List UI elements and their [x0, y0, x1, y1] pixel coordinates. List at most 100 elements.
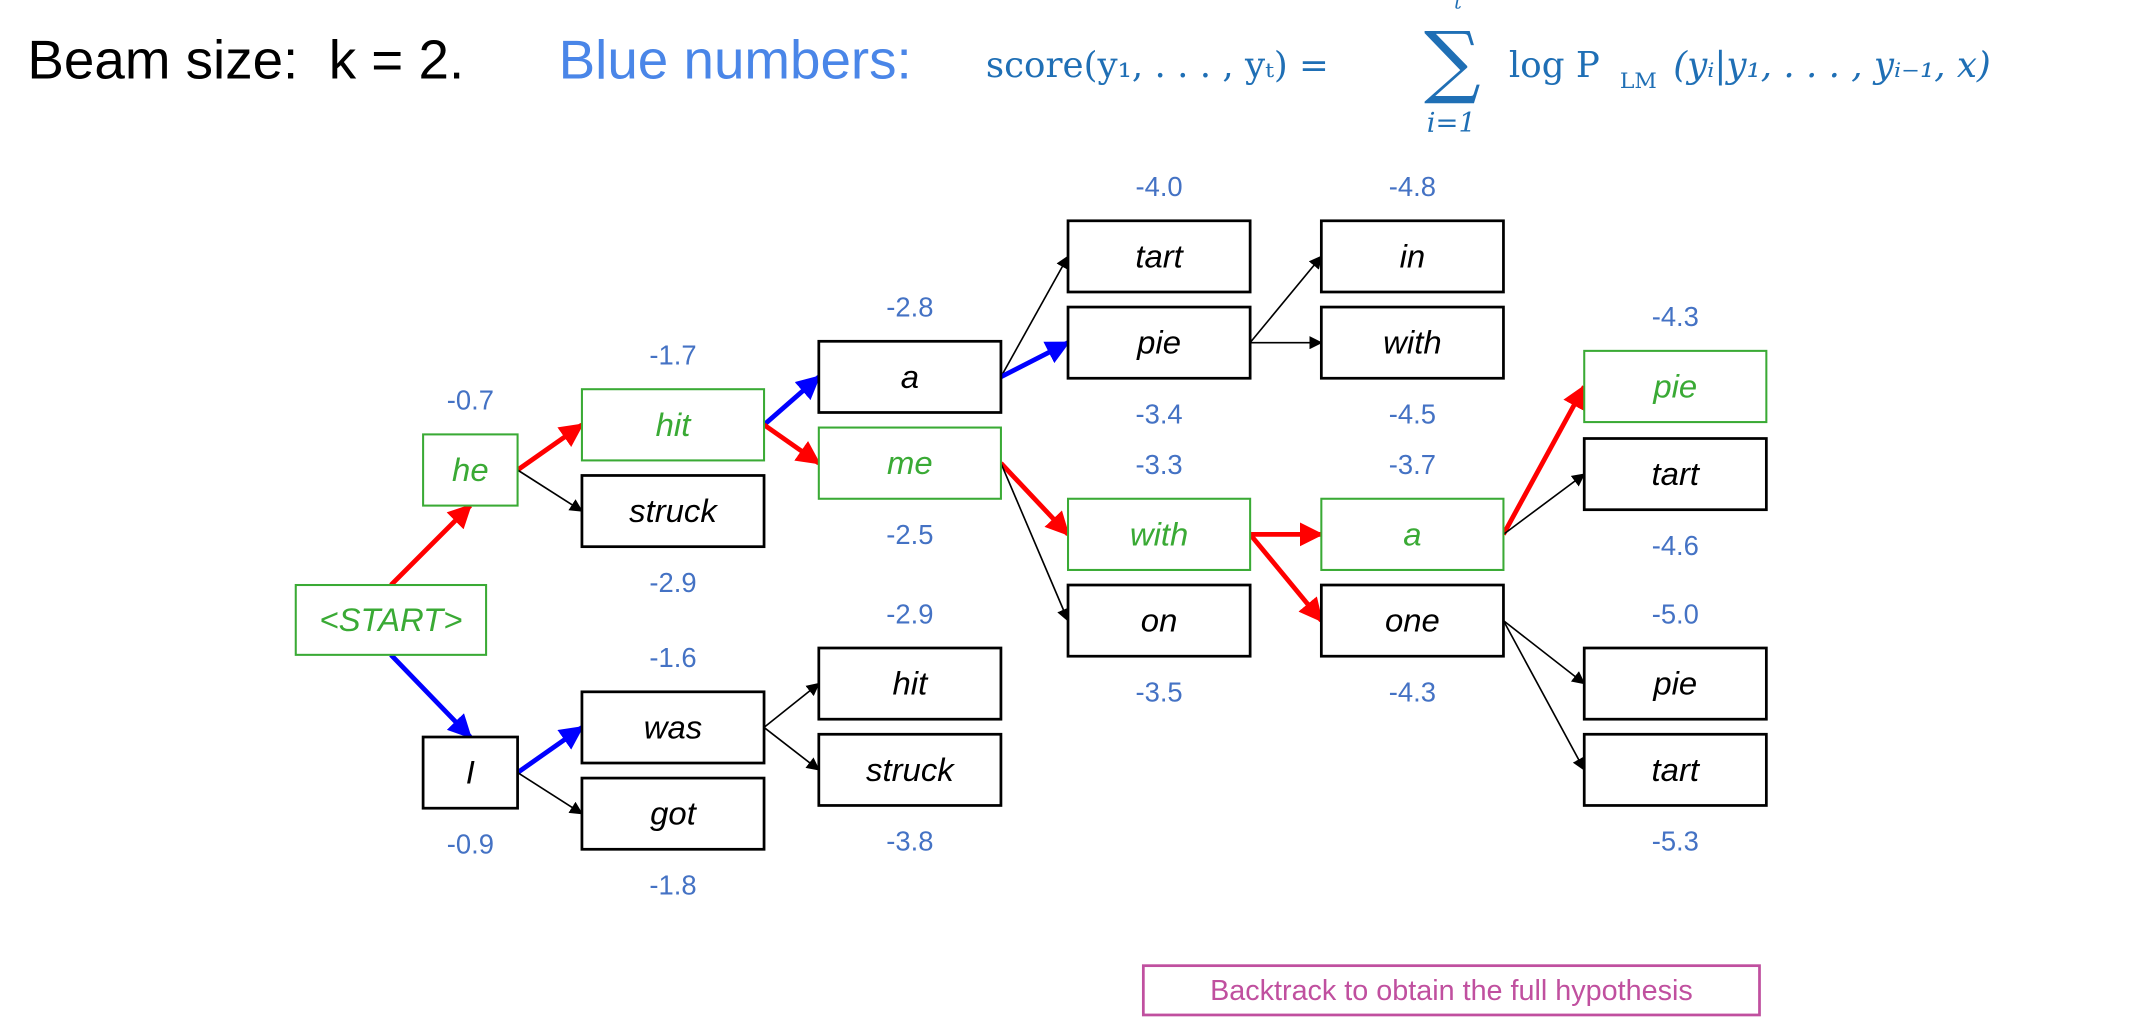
node-a2: a -3.7 — [1320, 449, 1505, 571]
edge-a2-to-tart2 — [1502, 473, 1586, 536]
node-label: me — [887, 444, 933, 481]
node-label: he — [452, 451, 489, 488]
node-with2: with -4.5 — [1319, 305, 1505, 429]
node-label: was — [644, 708, 702, 745]
node-label: a — [901, 358, 919, 395]
edge-start-to-I — [389, 653, 473, 739]
node-label: hit — [656, 406, 693, 443]
edge-he-to-struck1 — [517, 469, 584, 512]
node-label: got — [650, 795, 698, 832]
node-label: tart — [1652, 455, 1701, 492]
node-tart3: tart -5.3 — [1582, 732, 1768, 857]
formula-sigma-upper: t — [1454, 0, 1462, 14]
node-score: -3.5 — [1135, 676, 1182, 707]
edge-hit1-to-me — [762, 422, 821, 466]
node-one: one -4.3 — [1319, 583, 1505, 707]
formula-log-p: log P — [1509, 45, 1600, 86]
node-label: struck — [629, 492, 718, 529]
edge-pie1-to-in — [1249, 255, 1323, 344]
node-he: he -0.7 — [422, 385, 519, 507]
node-on: on -3.5 — [1066, 583, 1252, 707]
node-label: on — [1141, 602, 1178, 639]
edge-me-to-with1 — [999, 461, 1070, 537]
node-with1: with -3.3 — [1066, 449, 1252, 571]
node-me: me -2.5 — [817, 426, 1002, 550]
node-I: I -0.9 — [421, 735, 519, 859]
node-label: hit — [893, 665, 930, 702]
node-label: pie — [1652, 665, 1697, 702]
node-score: -4.5 — [1389, 398, 1436, 429]
edge-start-to-he — [389, 503, 473, 587]
node-score: -2.9 — [649, 567, 696, 598]
node-label: in — [1400, 237, 1426, 274]
backtrack-note-text: Backtrack to obtain the full hypothesis — [1210, 975, 1693, 1007]
node-tart2: tart -4.6 — [1582, 437, 1768, 561]
formula-sigma-lower: i=1 — [1427, 108, 1476, 139]
node-label: <START> — [319, 601, 462, 638]
node-tart1: tart -4.0 — [1066, 171, 1252, 294]
edge-me-to-on — [1000, 462, 1070, 622]
formula-args: (yᵢ|y₁, . . . , yᵢ₋₁, x) — [1673, 45, 1991, 86]
node-label: struck — [866, 751, 955, 788]
edge-hit1-to-a1 — [762, 375, 821, 427]
node-label: with — [1383, 324, 1441, 361]
node-pie2: pie -4.3 — [1583, 301, 1768, 424]
node-struck2: struck -3.8 — [817, 732, 1003, 857]
node-label: I — [466, 754, 475, 791]
edge-with1-to-one — [1248, 532, 1324, 623]
beam-size-label: Beam size: k = 2. — [27, 28, 464, 90]
node-in: in -4.8 — [1319, 171, 1505, 294]
edge-he-to-hit1 — [516, 422, 584, 472]
node-was: was -1.6 — [580, 642, 766, 765]
formula-sigma: ∑ — [1424, 14, 1481, 107]
node-score: -5.0 — [1652, 598, 1699, 629]
node-score: -2.9 — [886, 598, 933, 629]
node-pie3: pie -5.0 — [1582, 598, 1768, 721]
node-got: got -1.8 — [580, 776, 766, 900]
edge-a2-to-pie2 — [1501, 384, 1587, 536]
node-label: with — [1130, 515, 1188, 552]
node-label: pie — [1136, 324, 1181, 361]
blue-numbers-label: Blue numbers: — [559, 28, 912, 90]
node-score: -3.3 — [1135, 449, 1182, 480]
formula-lm-subscript: LM — [1620, 69, 1657, 94]
node-score: -3.4 — [1135, 398, 1182, 429]
node-score: -1.8 — [649, 869, 696, 900]
edge-I-to-got — [517, 771, 584, 815]
edge-was-to-struck2 — [763, 726, 820, 771]
node-score: -1.6 — [649, 642, 696, 673]
node-score: -5.3 — [1652, 826, 1699, 857]
node-label: pie — [1652, 367, 1697, 404]
node-struck1: struck -2.9 — [580, 474, 766, 598]
node-start: <START> — [294, 583, 488, 656]
node-hit1: hit -1.7 — [580, 340, 766, 462]
edge-was-to-hit2 — [763, 682, 820, 729]
node-score: -4.6 — [1652, 530, 1699, 561]
node-score: -4.8 — [1389, 171, 1436, 202]
edge-one-to-tart3 — [1502, 620, 1585, 772]
node-label: tart — [1652, 751, 1701, 788]
backtrack-note: Backtrack to obtain the full hypothesis — [1141, 964, 1761, 1017]
node-score: -4.0 — [1135, 171, 1182, 202]
node-score: -1.7 — [649, 340, 696, 371]
node-score: -2.8 — [886, 292, 933, 323]
node-score: -4.3 — [1652, 301, 1699, 332]
node-pie1: pie -3.4 — [1066, 305, 1252, 429]
node-a1: a -2.8 — [817, 292, 1003, 414]
header: Beam size: k = 2. Blue numbers: score(y₁… — [27, 0, 1990, 139]
edge-one-to-pie3 — [1502, 619, 1586, 685]
formula-lhs: score(y₁, . . . , yₜ) = — [986, 45, 1329, 86]
score-formula: score(y₁, . . . , yₜ) = ∑ t i=1 log P LM… — [986, 0, 1991, 139]
node-score: -0.7 — [447, 385, 494, 416]
node-label: tart — [1135, 237, 1184, 274]
node-score: -3.8 — [886, 826, 933, 857]
node-score: -0.9 — [447, 828, 494, 859]
beam-search-diagram: Beam size: k = 2. Blue numbers: score(y₁… — [27, 0, 1991, 1017]
node-score: -4.3 — [1389, 676, 1436, 707]
node-score: -3.7 — [1389, 449, 1436, 480]
node-label: one — [1385, 602, 1440, 639]
edge-I-to-was — [516, 725, 584, 775]
node-label: a — [1403, 515, 1421, 552]
node-hit2: hit -2.9 — [817, 598, 1003, 721]
node-score: -2.5 — [886, 519, 933, 550]
